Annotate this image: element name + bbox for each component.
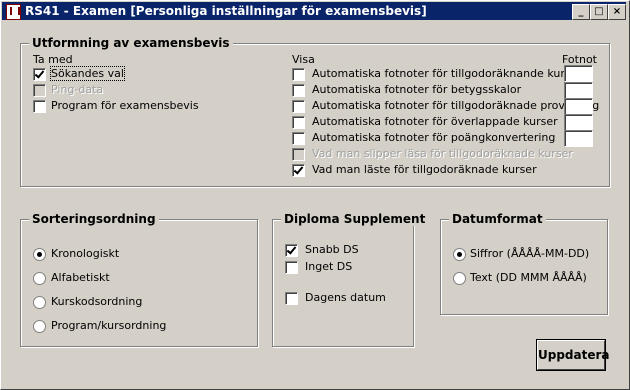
- ping-data-label: Ping-data: [51, 83, 104, 96]
- minimize-button[interactable]: _: [572, 4, 590, 20]
- inget-ds-label[interactable]: Inget DS: [305, 260, 352, 273]
- snabb-ds-checkbox[interactable]: [285, 244, 298, 257]
- utformning-title: Utformning av examensbevis: [29, 36, 233, 50]
- fotnot-provpoang-checkbox[interactable]: [292, 100, 305, 113]
- dagens-datum-label[interactable]: Dagens datum: [305, 291, 386, 304]
- fotnot-overlappade-label[interactable]: Automatiska fotnoter för överlappade kur…: [312, 115, 558, 128]
- sortering-title: Sorteringsordning: [29, 212, 159, 226]
- siffror-radio[interactable]: [453, 248, 466, 261]
- program-kursordning-label[interactable]: Program/kursordning: [51, 319, 166, 332]
- text-radio[interactable]: [453, 272, 466, 285]
- fotnot-input-3[interactable]: [564, 98, 593, 115]
- datumformat-group: Datumformat: [440, 212, 608, 315]
- kronologiskt-radio[interactable]: [33, 248, 46, 261]
- datumformat-title: Datumformat: [449, 212, 546, 226]
- fotnot-input-5[interactable]: [564, 130, 593, 147]
- fotnot-betygsskalor-checkbox[interactable]: [292, 84, 305, 97]
- window-title: RS41 - Examen [Personliga inställningar …: [25, 4, 427, 18]
- fotnot-betygsskalor-label[interactable]: Automatiska fotnoter för betygsskalor: [312, 83, 521, 96]
- man-laste-checkbox[interactable]: [292, 164, 305, 177]
- alfabetiskt-label[interactable]: Alfabetiskt: [51, 271, 110, 284]
- fotnot-input-1[interactable]: [564, 65, 593, 82]
- diploma-title: Diploma Supplement: [281, 212, 429, 226]
- title-bar[interactable]: RS41 - Examen [Personliga inställningar …: [2, 2, 626, 20]
- text-label[interactable]: Text (DD MMM ÅÅÅÅ): [470, 271, 587, 284]
- close-button[interactable]: ×: [608, 4, 626, 20]
- kurskodsordning-radio[interactable]: [33, 296, 46, 309]
- sokandes-val-checkbox[interactable]: [33, 68, 46, 81]
- visa-label: Visa: [292, 53, 315, 66]
- alfabetiskt-radio[interactable]: [33, 272, 46, 285]
- siffror-label[interactable]: Siffror (ÅÅÅÅ-MM-DD): [470, 247, 589, 260]
- slipper-lasa-label: Vad man slipper läsa för tillgodoräknade…: [312, 147, 573, 160]
- program-examensbevis-label[interactable]: Program för examensbevis: [51, 99, 199, 112]
- update-button[interactable]: Uppdatera: [537, 340, 610, 370]
- ping-data-checkbox: [33, 84, 46, 97]
- diploma-group: Diploma Supplement: [272, 212, 429, 347]
- fotnot-provpoang-label[interactable]: Automatiska fotnoter för tillgodoräknade…: [312, 99, 599, 112]
- fotnot-poangkonvertering-label[interactable]: Automatiska fotnoter för poängkonverteri…: [312, 131, 555, 144]
- fotnot-tillgodoraknande-checkbox[interactable]: [292, 68, 305, 81]
- maximize-button[interactable]: □: [590, 4, 608, 20]
- slipper-lasa-checkbox: [292, 148, 305, 161]
- fotnot-input-4[interactable]: [564, 114, 593, 131]
- inget-ds-checkbox[interactable]: [285, 261, 298, 274]
- fotnot-input-2[interactable]: [564, 82, 593, 99]
- snabb-ds-label[interactable]: Snabb DS: [305, 243, 359, 256]
- sokandes-val-label[interactable]: Sökandes val: [50, 66, 125, 81]
- kronologiskt-label[interactable]: Kronologiskt: [51, 247, 119, 260]
- man-laste-label[interactable]: Vad man läste för tillgodoräknade kurser: [312, 163, 537, 176]
- fotnot-poangkonvertering-checkbox[interactable]: [292, 132, 305, 145]
- app-icon: [6, 4, 21, 20]
- program-kursordning-radio[interactable]: [33, 320, 46, 333]
- kurskodsordning-label[interactable]: Kurskodsordning: [51, 295, 142, 308]
- ta-med-label: Ta med: [33, 53, 73, 66]
- fotnot-tillgodoraknande-label[interactable]: Automatiska fotnoter för tillgodoräknand…: [312, 67, 582, 80]
- dagens-datum-checkbox[interactable]: [285, 292, 298, 305]
- program-examensbevis-checkbox[interactable]: [33, 100, 46, 113]
- fotnot-overlappade-checkbox[interactable]: [292, 116, 305, 129]
